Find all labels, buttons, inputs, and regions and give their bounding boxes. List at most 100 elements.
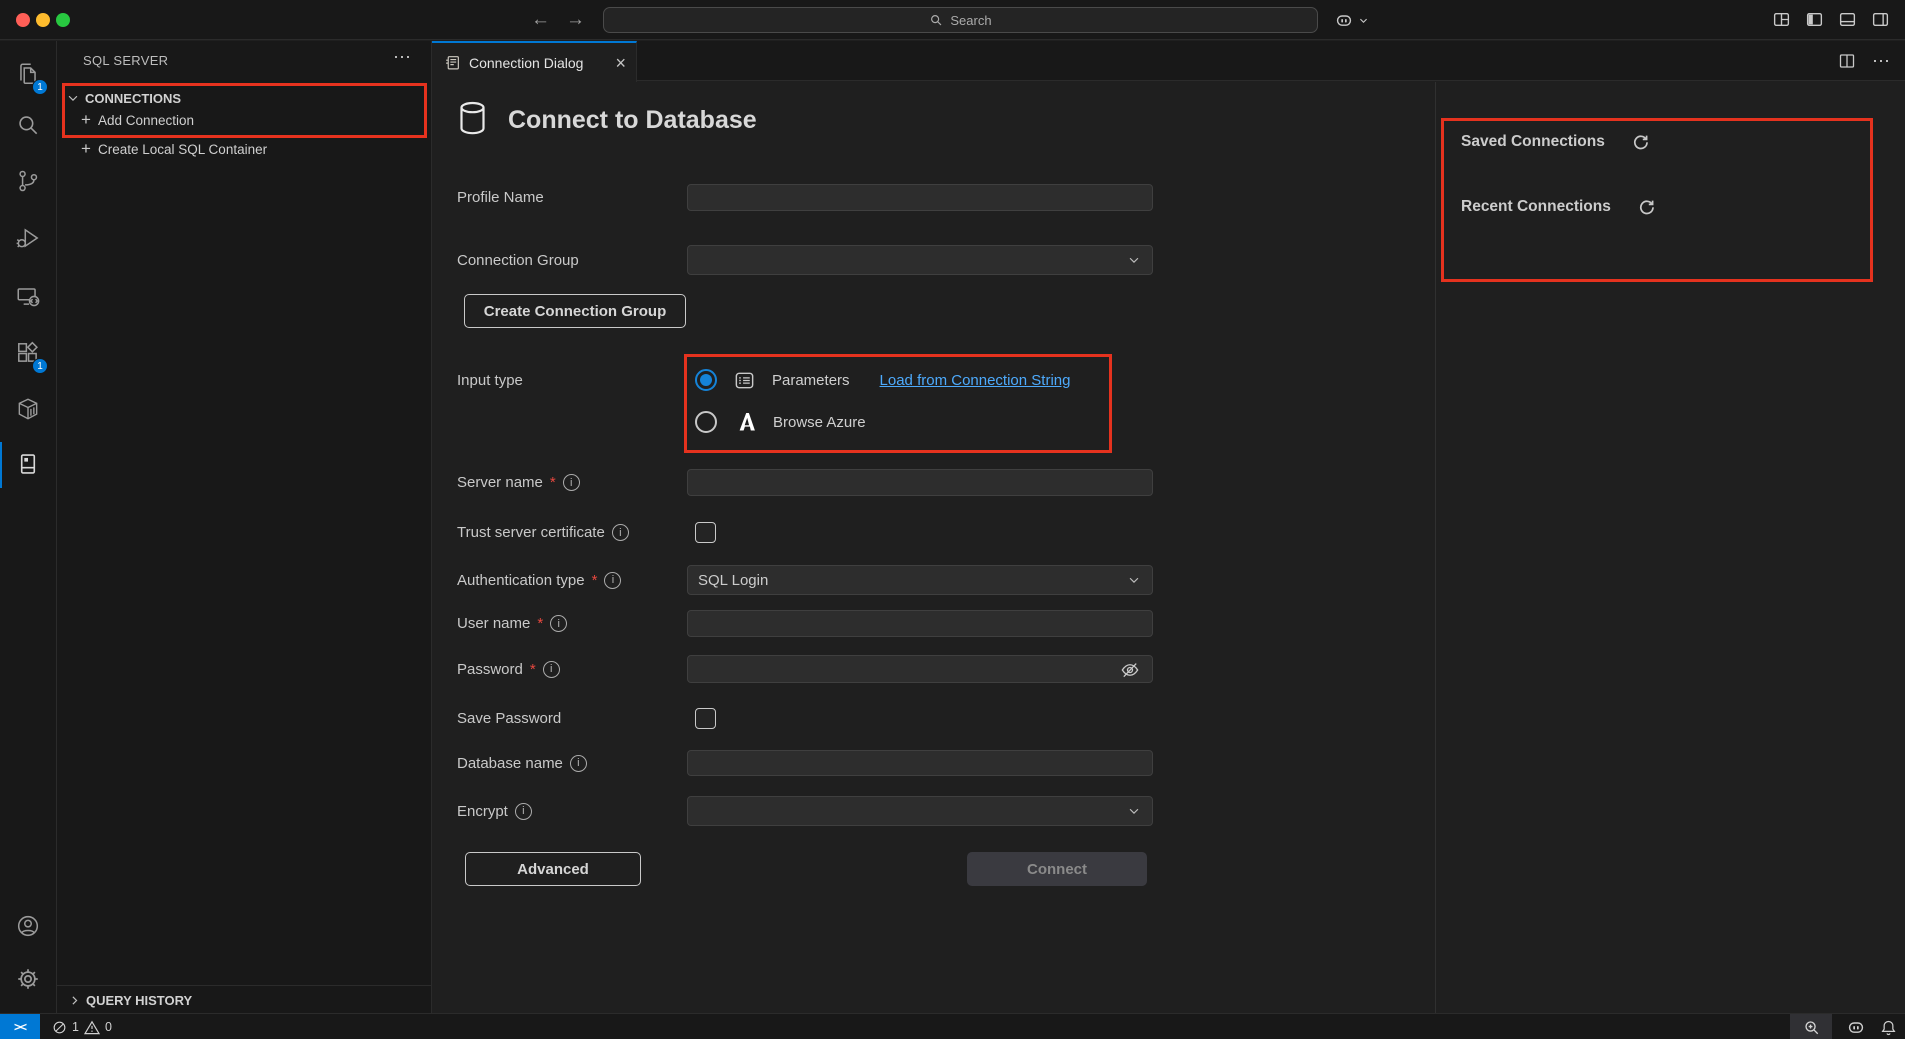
copilot-menu-button[interactable] [1334, 10, 1369, 30]
input-type-browse-azure-option: Browse Azure [695, 411, 866, 433]
password-input[interactable] [687, 655, 1153, 683]
parameters-option-label: Parameters [772, 372, 850, 389]
remote-indicator[interactable]: >< [0, 1014, 40, 1039]
connection-dialog-icon [444, 54, 461, 71]
trust-server-certificate-checkbox[interactable] [695, 522, 716, 543]
query-history-header-label: QUERY HISTORY [86, 993, 192, 1008]
create-connection-group-button[interactable]: Create Connection Group [464, 294, 686, 328]
save-password-label: Save Password [457, 708, 561, 729]
sidebar-item-explorer[interactable]: 1 [4, 50, 52, 98]
zoom-status-button[interactable] [1790, 1014, 1832, 1039]
info-icon[interactable]: i [543, 661, 560, 678]
saved-connections-label: Saved Connections [1461, 133, 1605, 151]
sidebar-item-containers[interactable] [4, 385, 52, 433]
database-name-input[interactable] [687, 750, 1153, 776]
sidebar-title: SQL SERVER [83, 53, 168, 68]
toggle-password-visibility-icon[interactable] [1119, 659, 1141, 681]
chevron-right-icon [68, 994, 81, 1007]
customize-layout-button[interactable] [1772, 10, 1791, 29]
connect-button[interactable]: Connect [967, 852, 1147, 886]
run-debug-icon [15, 225, 41, 251]
sql-server-icon [15, 451, 41, 477]
navigate-back-button[interactable]: ← [531, 8, 550, 32]
server-name-label: Server name* i [457, 469, 580, 496]
query-history-section-header[interactable]: QUERY HISTORY [57, 988, 432, 1012]
info-icon[interactable]: i [612, 524, 629, 541]
tab-bar: Connection Dialog × ⋯ [432, 41, 1905, 81]
profile-name-input[interactable] [687, 184, 1153, 211]
toggle-secondary-sidebar-button[interactable] [1871, 10, 1890, 29]
search-label: Search [950, 13, 991, 28]
radio-browse-azure[interactable] [695, 411, 717, 433]
copilot-icon [1334, 10, 1354, 30]
refresh-icon[interactable] [1637, 198, 1655, 216]
sidebar-item-search[interactable] [4, 101, 52, 149]
problems-status[interactable]: 1 0 [52, 1014, 112, 1039]
page-title: Connect to Database [508, 106, 757, 135]
info-icon[interactable]: i [515, 803, 532, 820]
user-name-label: User name* i [457, 610, 567, 637]
window-zoom-button[interactable] [56, 13, 70, 27]
copilot-status-icon[interactable] [1846, 1017, 1866, 1037]
parameters-form-icon [733, 369, 756, 392]
warnings-count: 0 [105, 1020, 112, 1034]
plus-icon: + [78, 110, 94, 130]
tree-item-add-connection[interactable]: + Add Connection [57, 108, 432, 132]
query-history-divider [57, 985, 432, 986]
encrypt-select[interactable] [687, 796, 1153, 826]
refresh-icon[interactable] [1631, 133, 1649, 151]
settings-button[interactable] [4, 955, 52, 1003]
sidebar-item-run-debug[interactable] [4, 214, 52, 262]
errors-count: 1 [72, 1020, 79, 1034]
command-center-search[interactable]: Search [603, 7, 1318, 33]
plus-icon: + [78, 139, 94, 159]
webview-divider [1435, 82, 1436, 1013]
radio-parameters[interactable] [695, 369, 717, 391]
authentication-type-select[interactable]: SQL Login [687, 565, 1153, 595]
info-icon[interactable]: i [570, 755, 587, 772]
editor-area: Connection Dialog × ⋯ Connect to Databas… [432, 41, 1905, 1013]
editor-more-actions-button[interactable]: ⋯ [1872, 51, 1891, 72]
connection-group-select[interactable] [687, 245, 1153, 275]
warnings-icon [84, 1020, 100, 1035]
primary-sidebar: SQL SERVER ⋯ CONNECTIONS + Add Connectio… [57, 41, 432, 1013]
info-icon[interactable]: i [563, 474, 580, 491]
container-icon [15, 396, 41, 422]
navigate-forward-button[interactable]: → [566, 8, 585, 32]
connections-section-header[interactable]: CONNECTIONS [57, 86, 432, 110]
window-minimize-button[interactable] [36, 13, 50, 27]
search-icon [15, 112, 41, 138]
toggle-panel-button[interactable] [1838, 10, 1857, 29]
sidebar-item-sql-server[interactable] [4, 440, 52, 488]
advanced-button[interactable]: Advanced [465, 852, 641, 886]
toggle-primary-sidebar-button[interactable] [1805, 10, 1824, 29]
tree-item-label: Add Connection [98, 113, 194, 128]
tab-connection-dialog[interactable]: Connection Dialog × [432, 41, 637, 82]
tree-item-create-local-sql-container[interactable]: + Create Local SQL Container [57, 137, 432, 161]
sidebar-item-extensions[interactable]: 1 [4, 329, 52, 377]
close-icon[interactable]: × [615, 55, 626, 71]
info-icon[interactable]: i [550, 615, 567, 632]
sidebar-item-remote-explorer[interactable] [4, 272, 52, 320]
connections-header-label: CONNECTIONS [85, 91, 181, 106]
notifications-bell-icon[interactable] [1880, 1019, 1897, 1036]
errors-icon [52, 1020, 67, 1035]
active-view-indicator [0, 442, 2, 488]
split-editor-button[interactable] [1838, 52, 1856, 70]
sidebar-more-actions-button[interactable]: ⋯ [393, 47, 412, 68]
server-name-input[interactable] [687, 469, 1153, 496]
extensions-badge: 1 [32, 358, 48, 374]
tab-label: Connection Dialog [469, 55, 607, 71]
user-name-input[interactable] [687, 610, 1153, 637]
save-password-checkbox[interactable] [695, 708, 716, 729]
zoom-in-icon [1803, 1019, 1820, 1036]
sidebar-item-source-control[interactable] [4, 157, 52, 205]
window-close-button[interactable] [16, 13, 30, 27]
input-type-parameters-option: Parameters Load from Connection String [695, 369, 1070, 391]
info-icon[interactable]: i [604, 572, 621, 589]
database-name-label: Database name i [457, 750, 587, 776]
authentication-type-value: SQL Login [698, 572, 768, 589]
status-bar: >< 1 0 [0, 1013, 1905, 1039]
load-from-connection-string-link[interactable]: Load from Connection String [880, 372, 1071, 389]
accounts-button[interactable] [4, 902, 52, 950]
